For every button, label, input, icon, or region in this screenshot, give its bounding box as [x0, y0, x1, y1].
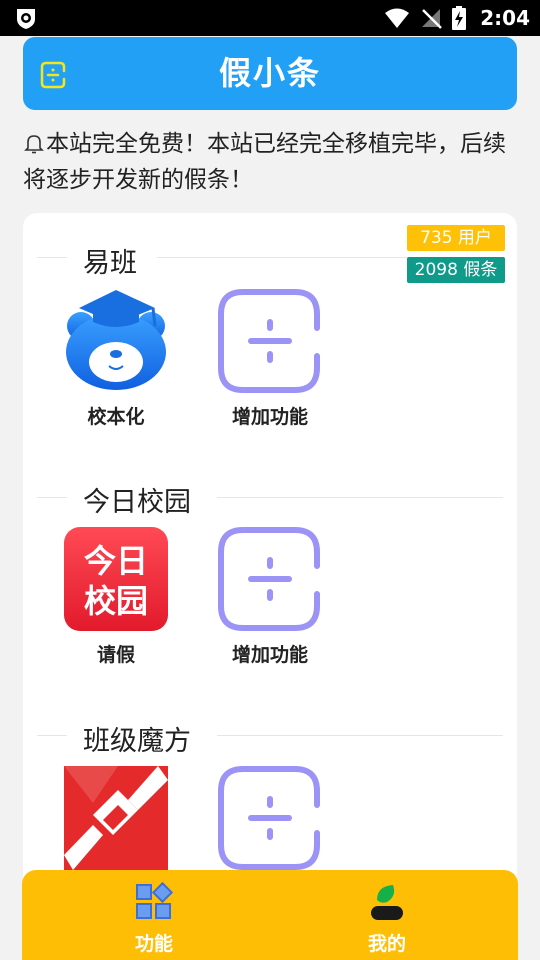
bell-icon — [24, 135, 44, 154]
tile-jinri-qingjia[interactable]: 今日 校园 请假 — [61, 526, 171, 667]
section-divider — [217, 735, 503, 736]
jinri-logo-text-bottom: 校园 — [84, 582, 148, 620]
add-function-icon — [217, 526, 323, 632]
wifi-icon — [385, 8, 410, 28]
tile-banji-mofang[interactable] — [61, 765, 171, 879]
app-header: 假小条 — [23, 37, 517, 110]
battery-charging-icon — [452, 6, 467, 30]
section-divider — [217, 497, 503, 498]
tile-yiban-xiaobenhua[interactable]: 校本化 — [61, 288, 171, 429]
tile-label: 校本化 — [87, 406, 145, 428]
tile-label: 请假 — [96, 644, 135, 666]
tile-label: 增加功能 — [231, 644, 308, 666]
nav-label: 我的 — [367, 933, 406, 955]
yiban-bear-icon — [63, 288, 169, 394]
jinri-xiaoyuan-icon: 今日 校园 — [63, 526, 169, 632]
no-signal-icon — [422, 9, 443, 29]
status-time: 2:04 — [480, 6, 530, 30]
add-function-icon — [217, 765, 323, 871]
section-divider — [157, 257, 407, 258]
tile-add-function[interactable]: 增加功能 — [215, 526, 325, 667]
jinri-logo-text-top: 今日 — [84, 542, 148, 580]
function-card: 易班 735 用户 2098 假条 校本化 增加功能 今日校园 今日 校园 请假… — [23, 213, 517, 913]
nav-label: 功能 — [134, 933, 173, 955]
nav-item-profile[interactable]: 我的 — [327, 870, 447, 956]
tile-add-function[interactable]: 增加功能 — [215, 288, 325, 429]
nav-item-functions[interactable]: 功能 — [94, 870, 214, 956]
tile-add-function[interactable] — [215, 765, 325, 879]
section-title-mofang: 班级魔方 — [83, 726, 191, 757]
grid-icon — [136, 881, 174, 919]
profile-icon — [371, 885, 403, 920]
slips-count-badge: 2098 假条 — [407, 257, 505, 283]
status-bar: 2:04 — [0, 0, 540, 36]
notice-banner: 本站完全免费！本站已经完全移植完毕，后续将逐步开发新的假条！ — [23, 126, 517, 198]
section-title-jinri: 今日校园 — [83, 487, 191, 518]
shield-icon — [17, 9, 35, 29]
tile-label: 增加功能 — [231, 406, 308, 428]
page-title: 假小条 — [218, 54, 321, 92]
add-function-icon — [217, 288, 323, 394]
users-count-badge: 735 用户 — [407, 225, 505, 251]
section-title-yiban: 易班 — [83, 248, 137, 279]
bottom-nav: 功能 我的 — [22, 870, 518, 960]
section-divider — [37, 735, 67, 736]
notice-text: 本站完全免费！本站已经完全移植完毕，后续将逐步开发新的假条！ — [23, 131, 506, 193]
section-divider — [37, 257, 67, 258]
banji-mofang-icon — [63, 765, 169, 871]
section-divider — [37, 497, 67, 498]
